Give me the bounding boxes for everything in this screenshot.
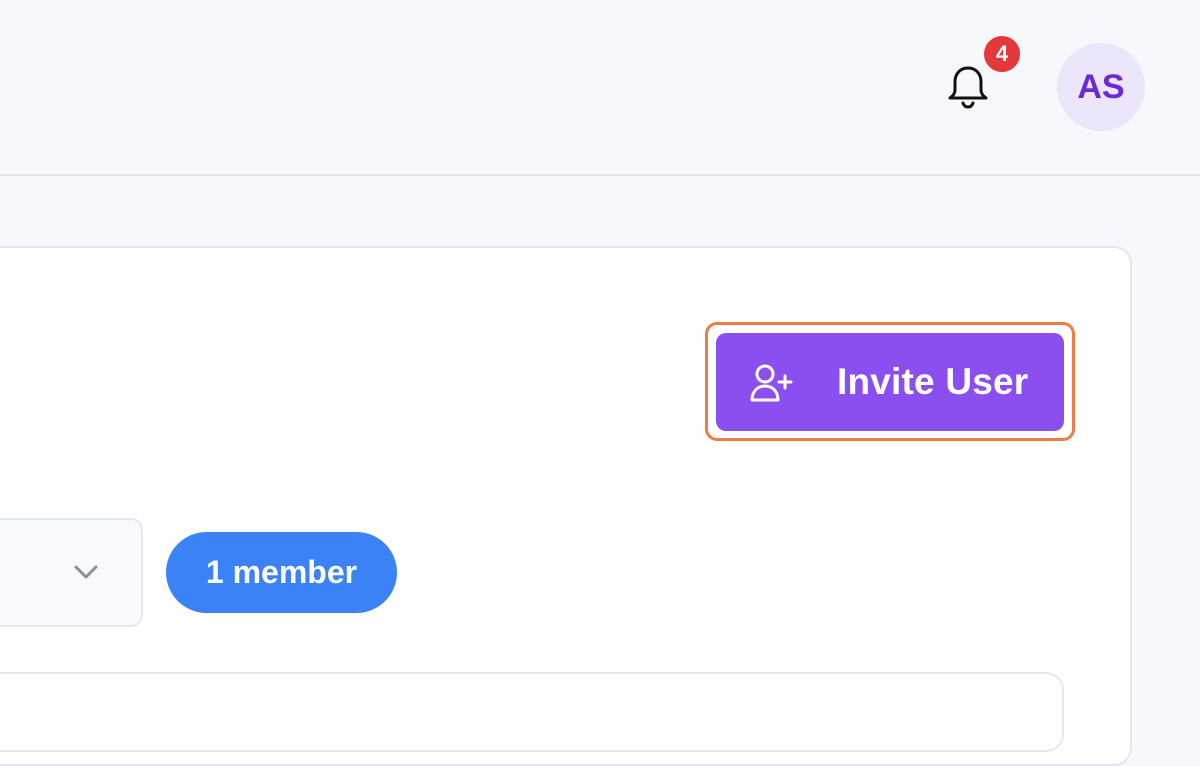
notification-count-badge: 4	[981, 33, 1023, 75]
invite-user-button[interactable]: Invite User	[716, 333, 1064, 431]
bell-icon	[948, 66, 988, 109]
user-plus-icon	[750, 364, 793, 402]
chevron-down-icon	[74, 565, 98, 579]
members-table-panel	[0, 672, 1064, 752]
filter-select[interactable]	[0, 518, 143, 627]
top-bar: 4 AS	[0, 0, 1200, 176]
member-count-badge: 1 member	[166, 532, 397, 613]
notifications-button[interactable]	[944, 64, 992, 112]
user-avatar[interactable]: AS	[1057, 43, 1145, 131]
invite-user-label: Invite User	[837, 361, 1029, 402]
